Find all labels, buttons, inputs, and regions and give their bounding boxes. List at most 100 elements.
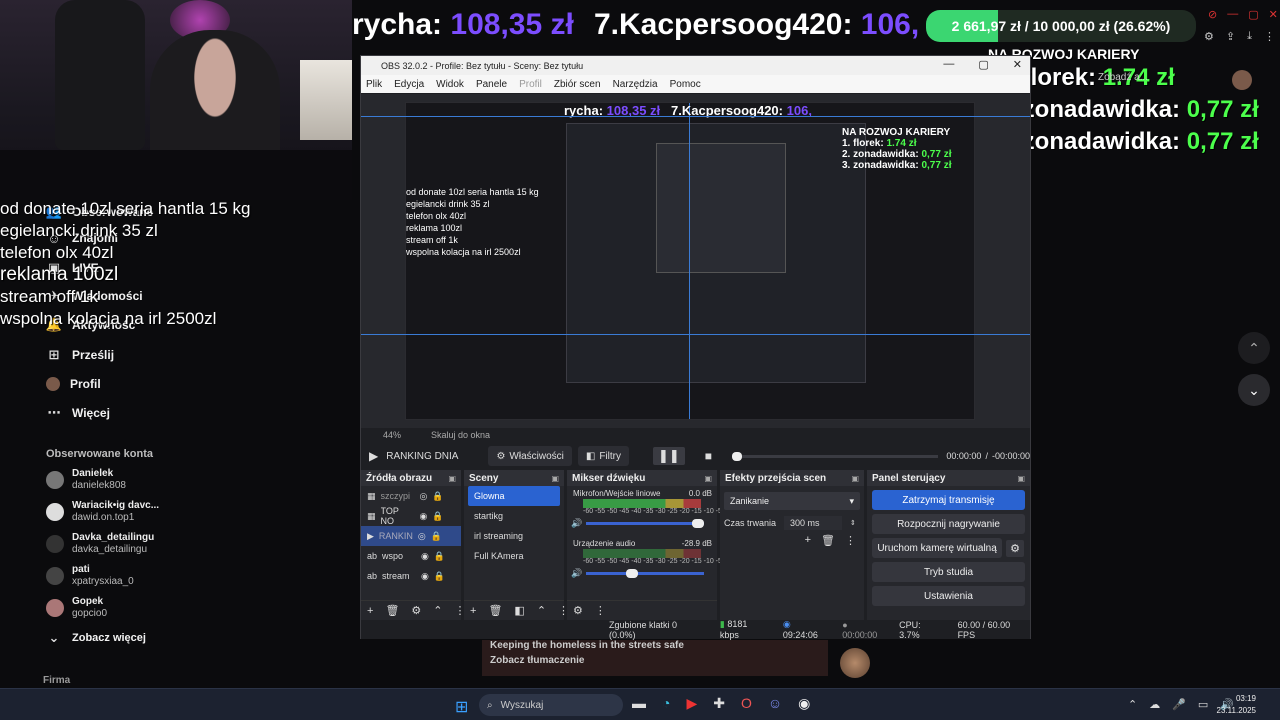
- search-icon[interactable]: ⊘: [1208, 8, 1217, 21]
- chevron-up-icon[interactable]: ⌃: [537, 604, 546, 617]
- see-translation-link[interactable]: Zobacz tłumaczenie: [490, 655, 584, 666]
- close-icon[interactable]: ✕: [1013, 58, 1022, 71]
- gear-icon[interactable]: ⚙: [411, 604, 421, 617]
- studio-mode-button[interactable]: Tryb studia: [872, 562, 1025, 582]
- see-more-button[interactable]: ⌄ Zobacz więcej: [46, 626, 146, 650]
- account-item[interactable]: Davka_detailingu davka_detailingu: [46, 529, 154, 559]
- stepper-icon[interactable]: ⇕: [850, 519, 856, 527]
- menu-help[interactable]: Pomoc: [670, 79, 701, 90]
- account-item[interactable]: pati xpatrysxiaa_0: [46, 561, 134, 591]
- speaker-icon[interactable]: 🔊: [571, 518, 582, 529]
- cloud-icon[interactable]: ☁: [1149, 698, 1160, 711]
- chevron-up-icon[interactable]: ⌃: [1128, 698, 1137, 711]
- microphone-icon[interactable]: 🎤: [1172, 698, 1186, 711]
- share-icon[interactable]: ⇪: [1226, 30, 1235, 43]
- sidebar-item-upload[interactable]: ⊞ Prześlij: [46, 343, 114, 367]
- trash-icon[interactable]: 🗑: [488, 604, 502, 617]
- lock-icon[interactable]: 🔒: [432, 491, 443, 502]
- menu-tools[interactable]: Narzędzia: [613, 79, 658, 90]
- filter-icon[interactable]: ◧: [514, 604, 524, 617]
- discord-icon[interactable]: ☺: [768, 695, 782, 712]
- properties-button[interactable]: ⚙ Właściwości: [488, 446, 572, 466]
- start-recording-button[interactable]: Rozpocznij nagrywanie: [872, 514, 1025, 534]
- pause-icon[interactable]: ❚❚: [652, 447, 685, 465]
- play-icon[interactable]: ▶: [369, 449, 378, 463]
- trash-icon[interactable]: 🗑: [385, 604, 399, 617]
- menu-docks[interactable]: Panele: [476, 79, 507, 90]
- sidebar-item-more[interactable]: ⋯ Więcej: [46, 401, 110, 425]
- more-icon[interactable]: ⋮: [595, 604, 606, 617]
- gear-icon[interactable]: ⚙: [1006, 539, 1024, 557]
- menu-edit[interactable]: Edycja: [394, 79, 424, 90]
- taskbar-clock[interactable]: 03:19 23.11.2025: [1217, 693, 1256, 717]
- zoom-level[interactable]: 44%: [383, 430, 401, 440]
- lock-icon[interactable]: 🔒: [434, 551, 445, 562]
- visibility-icon[interactable]: ◎: [418, 531, 426, 542]
- speaker-icon[interactable]: 🔊: [571, 568, 582, 579]
- scene-item[interactable]: startikg: [468, 506, 560, 526]
- visibility-icon[interactable]: ◉: [420, 511, 428, 522]
- game-icon[interactable]: ✚: [713, 695, 725, 712]
- extensions-icon[interactable]: ⚙: [1204, 30, 1214, 43]
- edge-icon[interactable]: ◔: [662, 695, 670, 712]
- scroll-up-button[interactable]: ⌃: [1238, 332, 1270, 364]
- menu-scene-collection[interactable]: Zbiór scen: [554, 79, 601, 90]
- duration-input[interactable]: 300 ms: [784, 516, 843, 530]
- account-item[interactable]: Wariacik•ig davc... dawid.on.top1: [46, 497, 159, 527]
- start-virtual-camera-button[interactable]: Uruchom kamerę wirtualną: [872, 538, 1003, 558]
- youtube-icon[interactable]: ▶: [686, 695, 697, 712]
- menu-icon[interactable]: ⋮: [1264, 30, 1275, 43]
- advanced-audio-icon[interactable]: ⚙: [573, 604, 583, 617]
- stop-icon[interactable]: ■: [705, 449, 712, 463]
- source-item[interactable]: ▦ TOP NO ◉ 🔒: [361, 506, 461, 526]
- zoom-mode[interactable]: Skaluj do okna: [431, 430, 490, 440]
- transition-select[interactable]: Zanikanie ▾: [724, 492, 860, 510]
- stop-streaming-button[interactable]: Zatrzymaj transmisję: [872, 490, 1025, 510]
- volume-slider[interactable]: [586, 519, 705, 528]
- visibility-icon[interactable]: ◎: [420, 491, 428, 502]
- volume-slider[interactable]: [586, 569, 705, 578]
- download-icon[interactable]: ⤓: [1247, 30, 1252, 43]
- visibility-icon[interactable]: ◉: [421, 571, 429, 582]
- filters-button[interactable]: ◧ Filtry: [577, 446, 629, 466]
- maximize-icon[interactable]: ▢: [978, 58, 988, 71]
- source-item[interactable]: ab wspo ◉ 🔒: [361, 546, 461, 566]
- sidebar-item-profile[interactable]: Profil: [46, 372, 101, 396]
- lock-icon[interactable]: 🔒: [431, 531, 442, 542]
- obs-preview[interactable]: rycha: 108,35 zł 7.Kacpersoog420: 106, o…: [361, 94, 1030, 428]
- settings-button[interactable]: Ustawienia: [872, 586, 1025, 606]
- menu-profile[interactable]: Profil: [519, 79, 542, 90]
- maximize-icon[interactable]: ▢: [1248, 8, 1258, 21]
- windows-start-icon[interactable]: ⊞: [455, 697, 468, 717]
- scene-item[interactable]: irl streaming: [468, 526, 560, 546]
- account-item[interactable]: Danielek danielek808: [46, 465, 126, 495]
- close-icon[interactable]: ✕: [1269, 8, 1278, 21]
- add-icon[interactable]: +: [470, 605, 476, 617]
- add-icon[interactable]: +: [805, 534, 811, 547]
- scene-item[interactable]: Glowna: [468, 486, 560, 506]
- trash-icon[interactable]: 🗑: [821, 534, 835, 547]
- source-item[interactable]: ▦ szczypi ◎ 🔒: [361, 486, 461, 506]
- footer-company[interactable]: Firma: [43, 675, 70, 686]
- visibility-icon[interactable]: ◉: [421, 551, 429, 562]
- taskbar-search[interactable]: ⌕ Wyszukaj: [479, 694, 623, 716]
- more-icon[interactable]: ⋮: [845, 534, 856, 547]
- opera-icon[interactable]: O: [741, 695, 752, 712]
- menu-file[interactable]: Plik: [366, 79, 382, 90]
- source-item[interactable]: ab stream ◉ 🔒: [361, 566, 461, 586]
- lock-icon[interactable]: 🔒: [432, 511, 443, 522]
- lock-icon[interactable]: 🔒: [434, 571, 445, 582]
- account-item[interactable]: Gopek gopcio0: [46, 593, 107, 623]
- scroll-down-button[interactable]: ⌄: [1238, 374, 1270, 406]
- user-avatar[interactable]: [1232, 70, 1252, 90]
- chevron-up-icon[interactable]: ⌃: [433, 604, 442, 617]
- source-item[interactable]: ▶ RANKIN ◎ 🔒: [361, 526, 461, 546]
- menu-view[interactable]: Widok: [436, 79, 464, 90]
- avatar[interactable]: [840, 648, 870, 678]
- minimize-icon[interactable]: —: [943, 58, 954, 71]
- scene-item[interactable]: Full KAmera: [468, 546, 560, 566]
- add-icon[interactable]: +: [367, 605, 373, 617]
- obs-icon[interactable]: ◉: [798, 695, 810, 712]
- file-explorer-icon[interactable]: ▬: [632, 695, 646, 712]
- network-icon[interactable]: ▭: [1198, 698, 1208, 711]
